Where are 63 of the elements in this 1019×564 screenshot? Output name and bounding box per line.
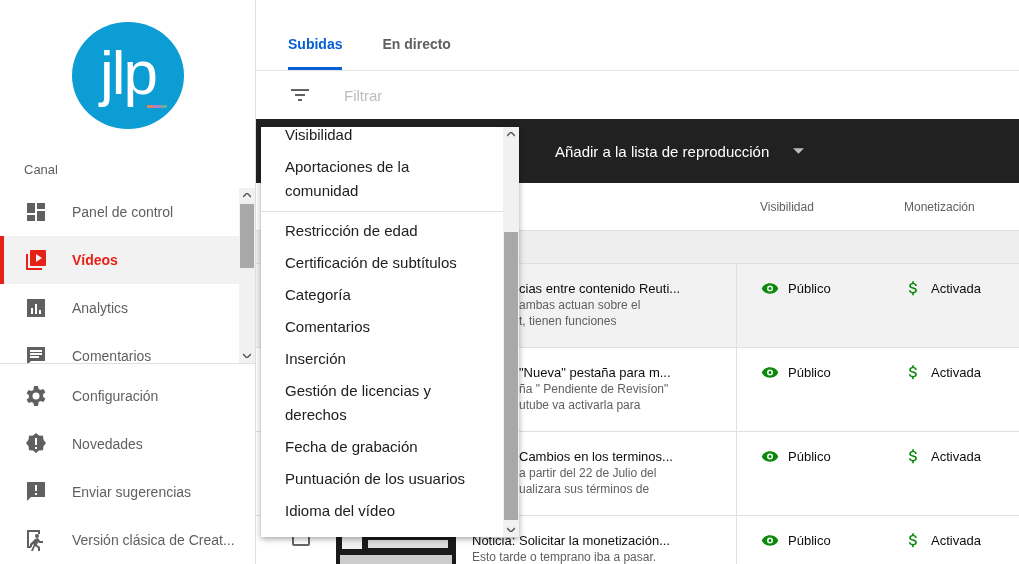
sidebar-item[interactable]: Panel de control (0, 187, 239, 236)
settings-icon (24, 384, 48, 408)
channel-logo: jlp (72, 22, 184, 129)
feedback-icon (24, 480, 48, 504)
video-description: a partir del 22 de Julio del (519, 465, 658, 481)
eye-icon (761, 366, 779, 379)
video-icon (24, 247, 48, 272)
monetization-status: Activada (931, 533, 981, 549)
menu-item[interactable]: Aportaciones de la comunidad (261, 151, 503, 207)
sidebar-item[interactable]: Vídeos (0, 235, 239, 284)
scrollbar[interactable] (239, 187, 255, 363)
visibility-status: Público (788, 533, 831, 549)
video-title[interactable]: cias entre contenido Reuti... (519, 281, 736, 297)
monetization-status: Activada (931, 281, 981, 297)
alert-icon (24, 432, 48, 456)
video-title[interactable]: "Nueva" pestaña para m... (519, 365, 736, 381)
video-description: ambas actuan sobre el (519, 297, 642, 313)
video-description: utube va activarla para (519, 397, 642, 413)
scroll-up-icon[interactable] (507, 132, 515, 137)
scroll-up-icon[interactable] (243, 192, 251, 198)
menu-item[interactable]: Gestión de licencias y derechos (261, 375, 503, 431)
dollar-icon (908, 449, 918, 466)
scrollbar-thumb[interactable] (504, 232, 518, 520)
video-title[interactable]: Cambios en los terminos... (519, 449, 736, 465)
video-title[interactable]: Noticia: Solicitar la monetización... (472, 533, 736, 549)
sidebar-item[interactable]: Enviar sugerencias (0, 468, 255, 516)
sidebar-item[interactable]: Versión clásica de Creat... (0, 516, 255, 564)
sidebar-item[interactable]: Configuración (0, 372, 255, 420)
video-description: Esto tarde o temprano iba a pasar. (472, 549, 658, 564)
video-description: ña " Pendiente de Revisíon" (519, 381, 670, 397)
visibility-status: Público (788, 365, 831, 381)
scroll-down-icon[interactable] (243, 353, 251, 358)
menu-item[interactable]: Restricción de edad (261, 215, 503, 247)
menu-item[interactable]: Categoría (261, 279, 503, 311)
caret-icon[interactable] (793, 148, 805, 154)
section-label: Canal (24, 161, 59, 178)
scroll-down-icon[interactable] (507, 527, 515, 532)
tab[interactable]: En directo (382, 36, 451, 70)
tab[interactable]: Subidas (288, 36, 343, 70)
scrollbar-thumb[interactable] (240, 203, 254, 268)
column-header[interactable]: Visibilidad (760, 199, 904, 214)
eye-icon (761, 282, 779, 295)
video-description: t, tienen funciones (519, 313, 618, 329)
visibility-status: Público (788, 449, 831, 465)
menu-item[interactable]: Puntuación de los usuarios (261, 463, 503, 495)
video-description: ualizara sus términos de (519, 481, 651, 497)
add-to-playlist-button[interactable]: Añadir a la lista de reproducción (555, 142, 770, 160)
sidebar-item[interactable]: Analytics (0, 283, 239, 332)
dollar-icon (908, 365, 918, 382)
sidebar-item[interactable]: Novedades (0, 420, 255, 468)
scrollbar[interactable] (503, 127, 519, 537)
visibility-status: Público (788, 281, 831, 297)
menu-item[interactable]: Comentarios (261, 311, 503, 343)
eye-icon (761, 450, 779, 463)
menu-item[interactable]: Fecha de grabación (261, 431, 503, 463)
sidebar-item[interactable]: Comentarios (0, 331, 239, 363)
monetization-status: Activada (931, 449, 981, 465)
menu-item[interactable]: Visibilidad (261, 127, 503, 151)
dollar-icon (908, 533, 918, 550)
eye-icon (761, 534, 779, 547)
dollar-icon (908, 281, 918, 298)
column-header[interactable]: Monetización (904, 199, 975, 214)
monetization-status: Activada (931, 365, 981, 381)
